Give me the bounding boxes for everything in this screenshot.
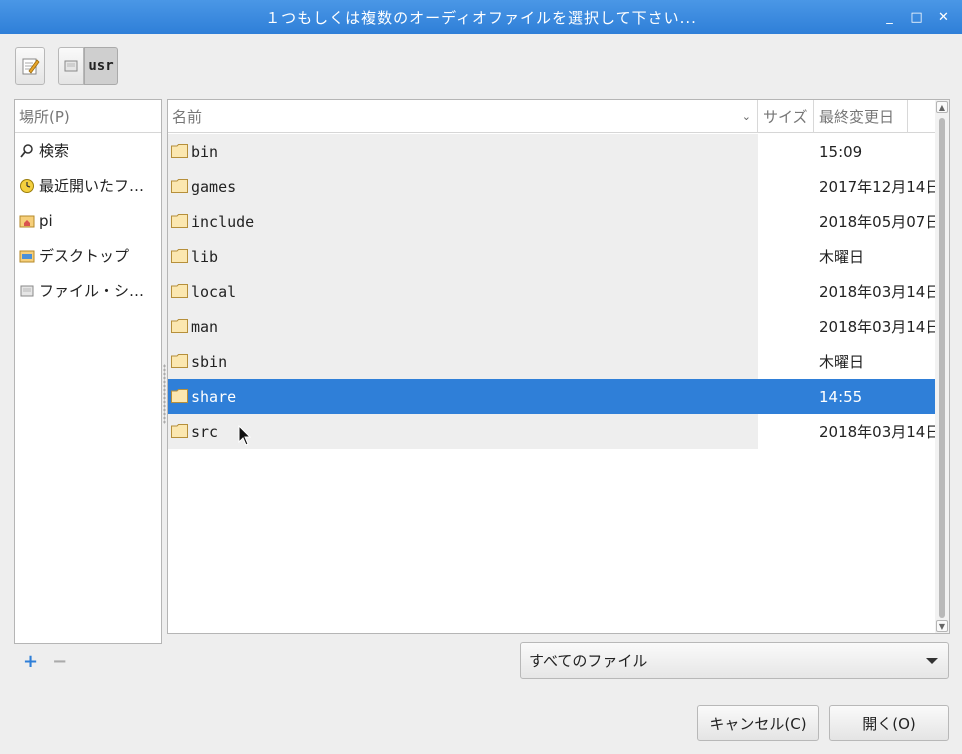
table-row[interactable]: bin 15:09: [168, 134, 936, 169]
drive-icon: [20, 285, 34, 296]
place-label: デスクトップ: [39, 247, 130, 265]
file-modified: 2018年05月07日: [819, 213, 941, 231]
home-folder-icon: [19, 215, 35, 227]
file-modified: 2018年03月14日: [819, 318, 941, 336]
place-label: ファイル・シ…: [39, 282, 145, 300]
maximize-button[interactable]: □: [905, 0, 929, 34]
vertical-scrollbar[interactable]: ▲ ▼: [935, 100, 949, 633]
column-header-modified[interactable]: 最終変更日: [814, 100, 908, 133]
file-modified: 2018年03月14日: [819, 423, 941, 441]
file-modified: 木曜日: [819, 248, 865, 266]
place-label: 最近開いたフ…: [39, 177, 145, 195]
places-header: 場所(P): [15, 100, 161, 133]
folder-icon: [171, 354, 188, 368]
edit-icon: [22, 58, 40, 75]
pane-resize-handle[interactable]: [163, 364, 166, 424]
folder-icon: [171, 284, 188, 298]
file-modified: 2018年03月14日: [819, 283, 941, 301]
search-icon: [20, 143, 33, 158]
path-bar: usr: [15, 47, 118, 85]
file-modified: 14:55: [819, 387, 863, 406]
path-usr-button[interactable]: usr: [84, 47, 118, 85]
file-list-header: 名前 ⌄ サイズ 最終変更日: [168, 100, 936, 133]
folder-icon: [171, 424, 188, 438]
remove-bookmark-button[interactable]: −: [52, 651, 67, 672]
folder-icon: [171, 249, 188, 263]
file-name: games: [191, 177, 237, 196]
recent-icon: [20, 178, 34, 193]
place-label: 検索: [39, 142, 70, 160]
places-sidebar: 場所(P) 検索 最近開いたフ… pi デスクトップ ファイル・シ…: [14, 99, 162, 644]
file-modified: 15:09: [819, 142, 863, 161]
window-title: １つもしくは複数のオーディオファイルを選択して下さい...: [265, 8, 697, 27]
column-header-name[interactable]: 名前 ⌄: [168, 100, 758, 133]
cancel-button[interactable]: キャンセル(C): [697, 705, 819, 741]
table-row[interactable]: include 2018年05月07日: [168, 204, 940, 239]
bookmark-controls: + −: [23, 651, 67, 672]
file-chooser-dialog: usr 場所(P) 検索 最近開いたフ… pi デスクトップ ファイル・シ… 名…: [3, 34, 959, 751]
table-row[interactable]: sbin 木曜日: [168, 344, 936, 379]
place-search[interactable]: 検索: [15, 133, 161, 168]
folder-icon: [171, 214, 188, 228]
close-button[interactable]: ✕: [932, 0, 956, 34]
scroll-thumb[interactable]: [939, 118, 945, 618]
file-name: sbin: [191, 352, 228, 371]
table-row-selected[interactable]: share 14:55: [168, 379, 936, 414]
file-name: local: [191, 282, 237, 301]
column-modified-label: 最終変更日: [819, 108, 895, 126]
drive-icon: [64, 60, 78, 72]
place-recent[interactable]: 最近開いたフ…: [15, 168, 161, 203]
column-header-size[interactable]: サイズ: [758, 100, 814, 133]
place-home[interactable]: pi: [15, 203, 161, 238]
file-modified: 木曜日: [819, 353, 865, 371]
edit-location-button[interactable]: [15, 47, 45, 85]
file-filter-value: すべてのファイル: [529, 652, 648, 670]
folder-icon: [171, 389, 188, 403]
folder-icon: [171, 179, 188, 193]
file-filter-select[interactable]: すべてのファイル: [520, 642, 949, 679]
table-row[interactable]: games 2017年12月14日: [168, 169, 940, 204]
mouse-pointer-icon: [238, 425, 252, 446]
title-bar: １つもしくは複数のオーディオファイルを選択して下さい... _ □ ✕: [0, 0, 962, 34]
table-row[interactable]: src 2018年03月14日: [168, 414, 940, 449]
scroll-down-arrow-icon[interactable]: ▼: [936, 620, 948, 632]
dropdown-arrow-icon: [926, 658, 938, 664]
file-name: man: [191, 317, 219, 336]
path-root-button[interactable]: [58, 47, 84, 85]
scroll-up-arrow-icon[interactable]: ▲: [936, 101, 948, 113]
place-filesystem[interactable]: ファイル・シ…: [15, 273, 161, 308]
column-name-label: 名前: [172, 108, 203, 126]
file-name: share: [191, 387, 237, 406]
place-desktop[interactable]: デスクトップ: [15, 238, 161, 273]
table-row[interactable]: man 2018年03月14日: [168, 309, 940, 344]
desktop-icon: [19, 250, 35, 262]
file-name: src: [191, 422, 219, 441]
table-row[interactable]: local 2018年03月14日: [168, 274, 940, 309]
place-label: pi: [39, 211, 53, 230]
table-row[interactable]: lib 木曜日: [168, 239, 936, 274]
file-name: include: [191, 212, 255, 231]
file-modified: 2017年12月14日: [819, 178, 941, 196]
folder-icon: [171, 319, 188, 333]
column-size-label: サイズ: [763, 108, 808, 126]
add-bookmark-button[interactable]: +: [23, 651, 38, 672]
file-name: lib: [191, 247, 219, 266]
folder-icon: [171, 144, 188, 158]
minimize-button[interactable]: _: [878, 0, 902, 34]
sort-chevron-icon: ⌄: [741, 110, 751, 123]
file-list: 名前 ⌄ サイズ 最終変更日 bin 15:09 games 2017年12月1…: [167, 99, 950, 634]
file-name: bin: [191, 142, 219, 161]
open-button[interactable]: 開く(O): [829, 705, 949, 741]
